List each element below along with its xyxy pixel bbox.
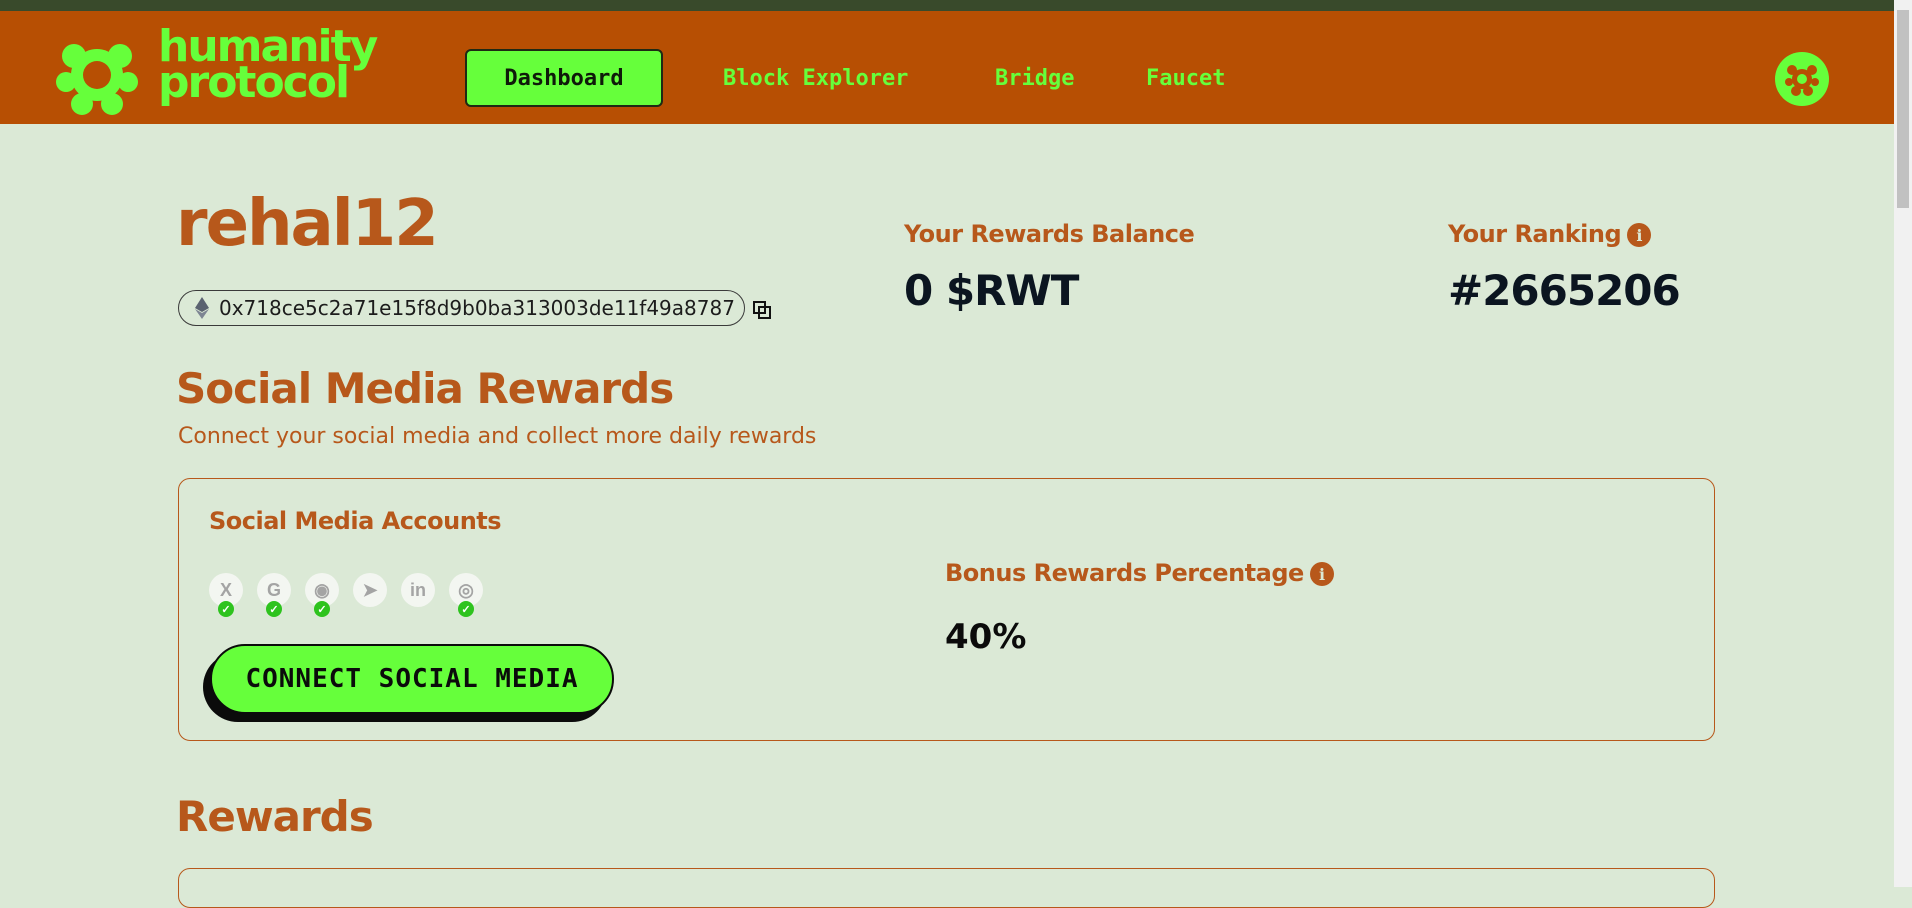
telegram-icon[interactable]: ➤: [353, 573, 387, 607]
connected-check-icon: ✓: [458, 601, 474, 617]
social-rewards-subtitle: Connect your social media and collect mo…: [178, 424, 817, 449]
nav-dashboard-button[interactable]: Dashboard: [465, 49, 663, 107]
connected-check-icon: ✓: [266, 601, 282, 617]
scrollbar-thumb[interactable]: [1897, 10, 1909, 208]
bonus-label-group: Bonus Rewards Percentage i: [945, 559, 1334, 587]
social-rewards-title: Social Media Rewards: [176, 364, 674, 413]
ethereum-icon: [195, 297, 209, 319]
brand-line-2: protocol: [158, 57, 350, 108]
google-glyph: G: [266, 579, 281, 600]
username-heading: rehal12: [176, 187, 439, 261]
connect-social-media-button[interactable]: CONNECT SOCIAL MEDIA: [210, 644, 614, 714]
linkedin-glyph: in: [410, 579, 426, 600]
rewards-title: Rewards: [176, 792, 374, 841]
user-avatar-button[interactable]: [1775, 52, 1829, 106]
ranking-label: Your Ranking: [1448, 220, 1622, 248]
x-glyph: X: [219, 579, 232, 600]
social-icons-row: X ✓ G ✓ ◉ ✓ ➤ in ◎ ✓: [209, 573, 483, 617]
copy-icon[interactable]: [752, 300, 772, 320]
brand-wordmark[interactable]: humanity protocol: [158, 25, 378, 108]
rewards-balance-label: Your Rewards Balance: [904, 220, 1195, 248]
wallet-address-pill: 0x718ce5c2a71e15f8d9b0ba313003de11f49a87…: [178, 290, 745, 326]
connected-check-icon: ✓: [314, 601, 330, 617]
discord-glyph: ◉: [314, 579, 330, 600]
top-navbar: humanity protocol Dashboard Block Explor…: [0, 11, 1894, 124]
discord-icon[interactable]: ◉ ✓: [305, 573, 339, 617]
nav-faucet-link[interactable]: Faucet: [1146, 66, 1225, 91]
github-icon[interactable]: ◎ ✓: [449, 573, 483, 617]
ranking-value: #2665206: [1448, 266, 1681, 315]
ranking-info-icon[interactable]: i: [1627, 223, 1652, 247]
linkedin-icon[interactable]: in: [401, 573, 435, 607]
connected-check-icon: ✓: [218, 601, 234, 617]
rewards-card: [178, 868, 1715, 908]
google-icon[interactable]: G ✓: [257, 573, 291, 617]
bonus-info-icon[interactable]: i: [1309, 562, 1334, 586]
bonus-rewards-label: Bonus Rewards Percentage: [945, 559, 1304, 587]
bonus-rewards-value: 40%: [945, 617, 1027, 657]
window-top-strip: [0, 0, 1894, 11]
rewards-balance-value: 0 $RWT: [904, 266, 1079, 315]
humanity-logo-icon[interactable]: [56, 34, 138, 116]
social-accounts-card: Social Media Accounts X ✓ G ✓ ◉ ✓ ➤ in ◎…: [178, 478, 1715, 741]
social-accounts-title: Social Media Accounts: [209, 507, 502, 535]
telegram-glyph: ➤: [362, 579, 378, 600]
x-icon[interactable]: X ✓: [209, 573, 243, 617]
nav-block-explorer-link[interactable]: Block Explorer: [723, 66, 908, 91]
ranking-label-group: Your Ranking i: [1448, 220, 1652, 248]
nav-bridge-link[interactable]: Bridge: [995, 66, 1074, 91]
github-glyph: ◎: [458, 579, 474, 600]
wallet-address-text: 0x718ce5c2a71e15f8d9b0ba313003de11f49a87…: [219, 296, 735, 320]
avatar-icon: [1785, 65, 1819, 96]
